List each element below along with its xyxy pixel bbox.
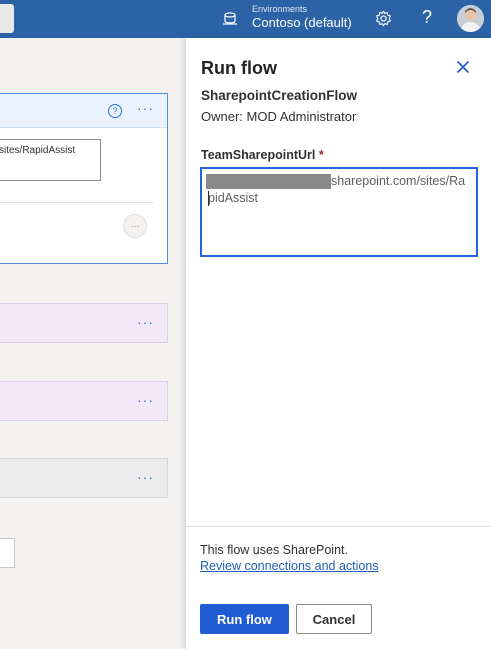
field-value-line-2: pidAssist [208, 191, 259, 205]
more-options-icon[interactable]: ··· [137, 469, 154, 485]
gear-icon[interactable] [375, 10, 392, 27]
close-icon[interactable] [456, 60, 470, 74]
action-card-selected[interactable]: ? ··· sites/RapidAssist ··· [0, 93, 168, 264]
cancel-button[interactable]: Cancel [296, 604, 372, 634]
run-flow-panel: Run flow SharepointCreationFlow Owner: M… [186, 38, 491, 649]
environment-icon [223, 12, 237, 25]
action-url-input[interactable]: sites/RapidAssist [0, 139, 101, 181]
top-bar: Environments Contoso (default) ? [0, 0, 491, 38]
topbar-left-element[interactable] [0, 4, 14, 33]
review-connections-link[interactable]: Review connections and actions [200, 559, 379, 573]
more-options-icon[interactable]: ··· [137, 392, 154, 408]
insert-dynamic-content-icon[interactable]: ··· [123, 214, 147, 238]
more-options-icon[interactable]: ··· [137, 314, 154, 330]
field-label-text: TeamSharepointUrl [201, 148, 316, 162]
action-card-header: ? ··· [0, 94, 167, 128]
footer-divider [186, 526, 491, 527]
more-options-icon[interactable]: ··· [137, 100, 154, 116]
action-card-step-2[interactable]: ··· [0, 381, 168, 421]
team-sharepoint-url-field[interactable]: sharepoint.com/sites/Ra pidAssist [200, 167, 478, 257]
avatar[interactable] [457, 5, 484, 32]
redacted-text [206, 174, 331, 189]
action-card-step-1[interactable]: ··· [0, 303, 168, 343]
panel-title: Run flow [201, 58, 277, 78]
action-card-step-3[interactable]: ··· [0, 458, 168, 498]
card-divider [0, 202, 153, 203]
info-icon[interactable]: ? [108, 104, 122, 118]
required-marker: * [318, 148, 324, 162]
flow-owner: Owner: MOD Administrator [201, 109, 357, 124]
environment-picker[interactable]: Contoso (default) [252, 15, 352, 30]
team-sharepoint-url-label: TeamSharepointUrl * [201, 148, 324, 162]
field-value-line-1: sharepoint.com/sites/Ra [331, 174, 466, 188]
connection-notice: This flow uses SharePoint. [200, 543, 348, 557]
text-caret [208, 191, 209, 206]
run-flow-button[interactable]: Run flow [200, 604, 289, 634]
environment-label: Environments [252, 4, 308, 14]
new-step-button[interactable] [0, 538, 15, 568]
flow-canvas: ? ··· sites/RapidAssist ··· ··· ··· ··· [0, 38, 186, 649]
help-icon[interactable]: ? [421, 7, 433, 28]
avatar-image [457, 5, 484, 32]
flow-name: SharepointCreationFlow [201, 88, 358, 103]
